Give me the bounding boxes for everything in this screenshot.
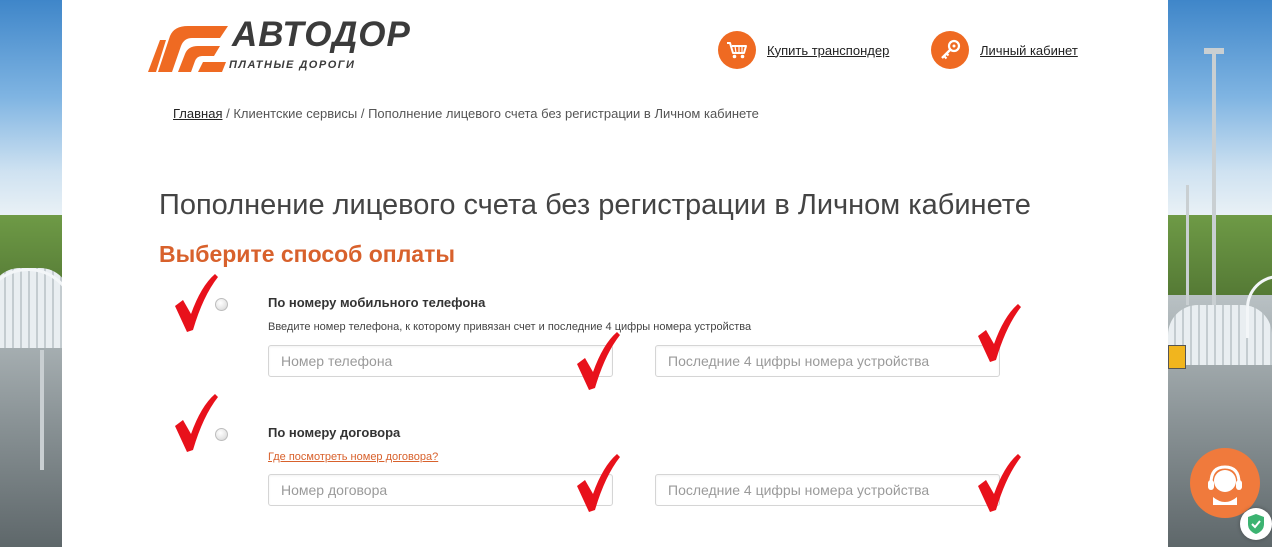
background-scenery-left (0, 0, 62, 547)
checkmark-icon (175, 394, 218, 452)
breadcrumb-section: Клиентские сервисы (233, 106, 358, 121)
checkmark-icon (577, 332, 620, 390)
breadcrumb-separator: / (222, 106, 234, 121)
checkmark-icon (577, 454, 620, 512)
payment-method-heading: Выберите способ оплаты (159, 241, 456, 267)
personal-account-label[interactable]: Личный кабинет (980, 43, 1078, 58)
personal-account-link[interactable]: Личный кабинет (931, 31, 1078, 69)
support-chat-button[interactable] (1190, 448, 1260, 518)
logo-road-icon (148, 26, 228, 72)
page-title: Пополнение лицевого счета без регистраци… (159, 189, 1031, 221)
key-icon (931, 31, 969, 69)
option-phone-title: По номеру мобильного телефона (268, 295, 486, 310)
breadcrumb: Главная / Клиентские сервисы / Пополнени… (173, 106, 759, 121)
contract-number-help-link[interactable]: Где посмотреть номер договора? (268, 451, 438, 463)
contract-number-input[interactable] (268, 474, 613, 506)
device-digits-input-phone[interactable] (655, 345, 1000, 377)
buy-transponder-label[interactable]: Купить транспондер (767, 43, 889, 58)
cart-icon (718, 31, 756, 69)
checkmark-icon (978, 304, 1021, 362)
device-digits-input-contract[interactable] (655, 474, 1000, 506)
option-contract-title: По номеру договора (268, 425, 401, 440)
brand-name: АВТОДОР (232, 15, 411, 54)
checkmark-icon (978, 454, 1021, 512)
phone-number-input[interactable] (268, 345, 613, 377)
checkmark-icon (175, 274, 218, 332)
security-shield-icon (1240, 508, 1272, 540)
option-phone-hint: Введите номер телефона, к которому привя… (268, 321, 752, 333)
breadcrumb-home[interactable]: Главная (173, 106, 222, 121)
buy-transponder-link[interactable]: Купить транспондер (718, 31, 889, 69)
breadcrumb-current: Пополнение лицевого счета без регистраци… (368, 106, 759, 121)
breadcrumb-separator: / (357, 106, 369, 121)
headset-icon (1208, 465, 1242, 505)
brand-tagline: ПЛАТНЫЕ ДОРОГИ (229, 59, 356, 71)
